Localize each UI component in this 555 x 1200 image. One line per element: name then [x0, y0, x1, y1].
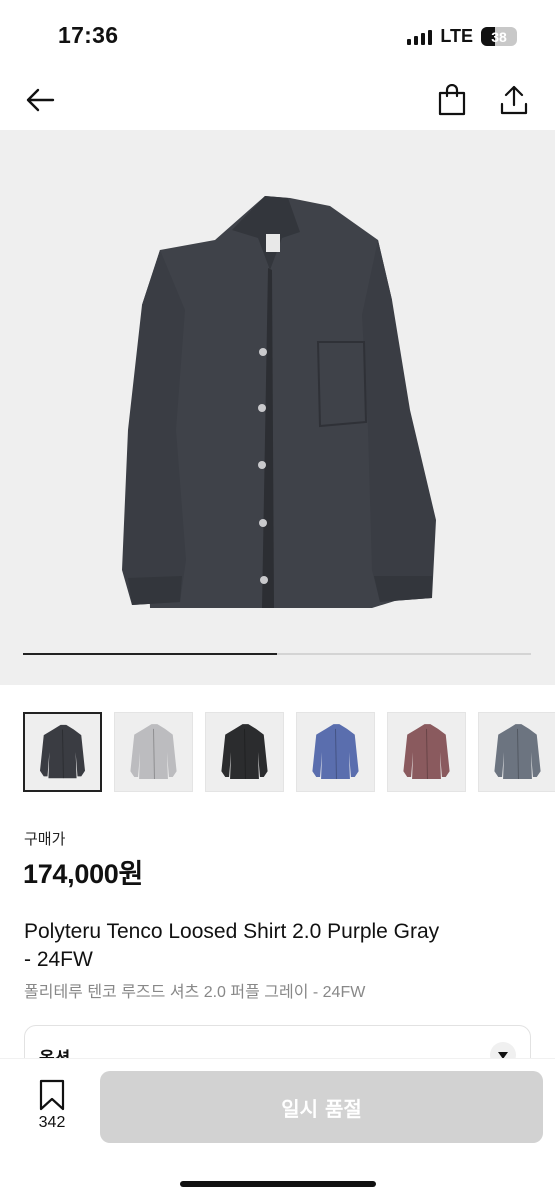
signal-icon: [407, 29, 433, 45]
thumbnail-shirt: [403, 724, 450, 779]
cart-button[interactable]: [432, 80, 472, 120]
product-image[interactable]: [0, 130, 555, 685]
status-bar: 17:36 LTE 38: [0, 0, 555, 72]
thumbnail-3[interactable]: [205, 712, 284, 792]
product-title: Polyteru Tenco Loosed Shirt 2.0 Purple G…: [24, 918, 534, 974]
status-indicators: LTE 38: [407, 26, 517, 47]
thumbnail-4[interactable]: [296, 712, 375, 792]
gallery-progress: [23, 653, 531, 655]
thumbnail-shirt: [130, 724, 177, 779]
thumbnail-shirt: [312, 724, 359, 779]
shirt-illustration: [122, 196, 436, 608]
thumbnail-5[interactable]: [387, 712, 466, 792]
gallery-progress-fill: [23, 653, 277, 655]
wishlist-count: 342: [38, 1114, 66, 1131]
nav-bar: [0, 72, 555, 128]
wishlist-button[interactable]: 342: [28, 1079, 76, 1139]
battery-level: 38: [491, 28, 507, 45]
price-value: 174,000원: [23, 859, 144, 889]
bottom-action-bar: 342 일시 품절: [0, 1058, 555, 1200]
soldout-button[interactable]: 일시 품절: [100, 1071, 543, 1143]
thumbnail-strip: [0, 712, 555, 792]
status-time: 17:36: [58, 22, 119, 48]
network-label: LTE: [440, 26, 473, 46]
arrow-left-icon: [26, 88, 55, 112]
share-button[interactable]: [494, 80, 534, 120]
thumbnail-2[interactable]: [114, 712, 193, 792]
product-title-line2: - 24FW: [24, 948, 93, 971]
share-icon: [500, 85, 528, 115]
home-indicator: [180, 1181, 376, 1187]
product-title-korean: 폴리테루 텐코 루즈드 셔츠 2.0 퍼플 그레이 - 24FW: [24, 984, 366, 1001]
thumbnail-1[interactable]: [23, 712, 102, 792]
thumbnail-6[interactable]: [478, 712, 555, 792]
back-button[interactable]: [20, 80, 60, 120]
product-title-line1: Polyteru Tenco Loosed Shirt 2.0 Purple G…: [24, 920, 440, 943]
thumbnail-shirt: [40, 724, 85, 779]
bookmark-icon: [39, 1079, 65, 1111]
battery-icon: 38: [481, 27, 517, 46]
thumbnail-shirt: [494, 724, 541, 779]
thumbnail-shirt: [221, 724, 268, 779]
price-label: 구매가: [24, 831, 66, 848]
shopping-bag-icon: [438, 84, 466, 116]
